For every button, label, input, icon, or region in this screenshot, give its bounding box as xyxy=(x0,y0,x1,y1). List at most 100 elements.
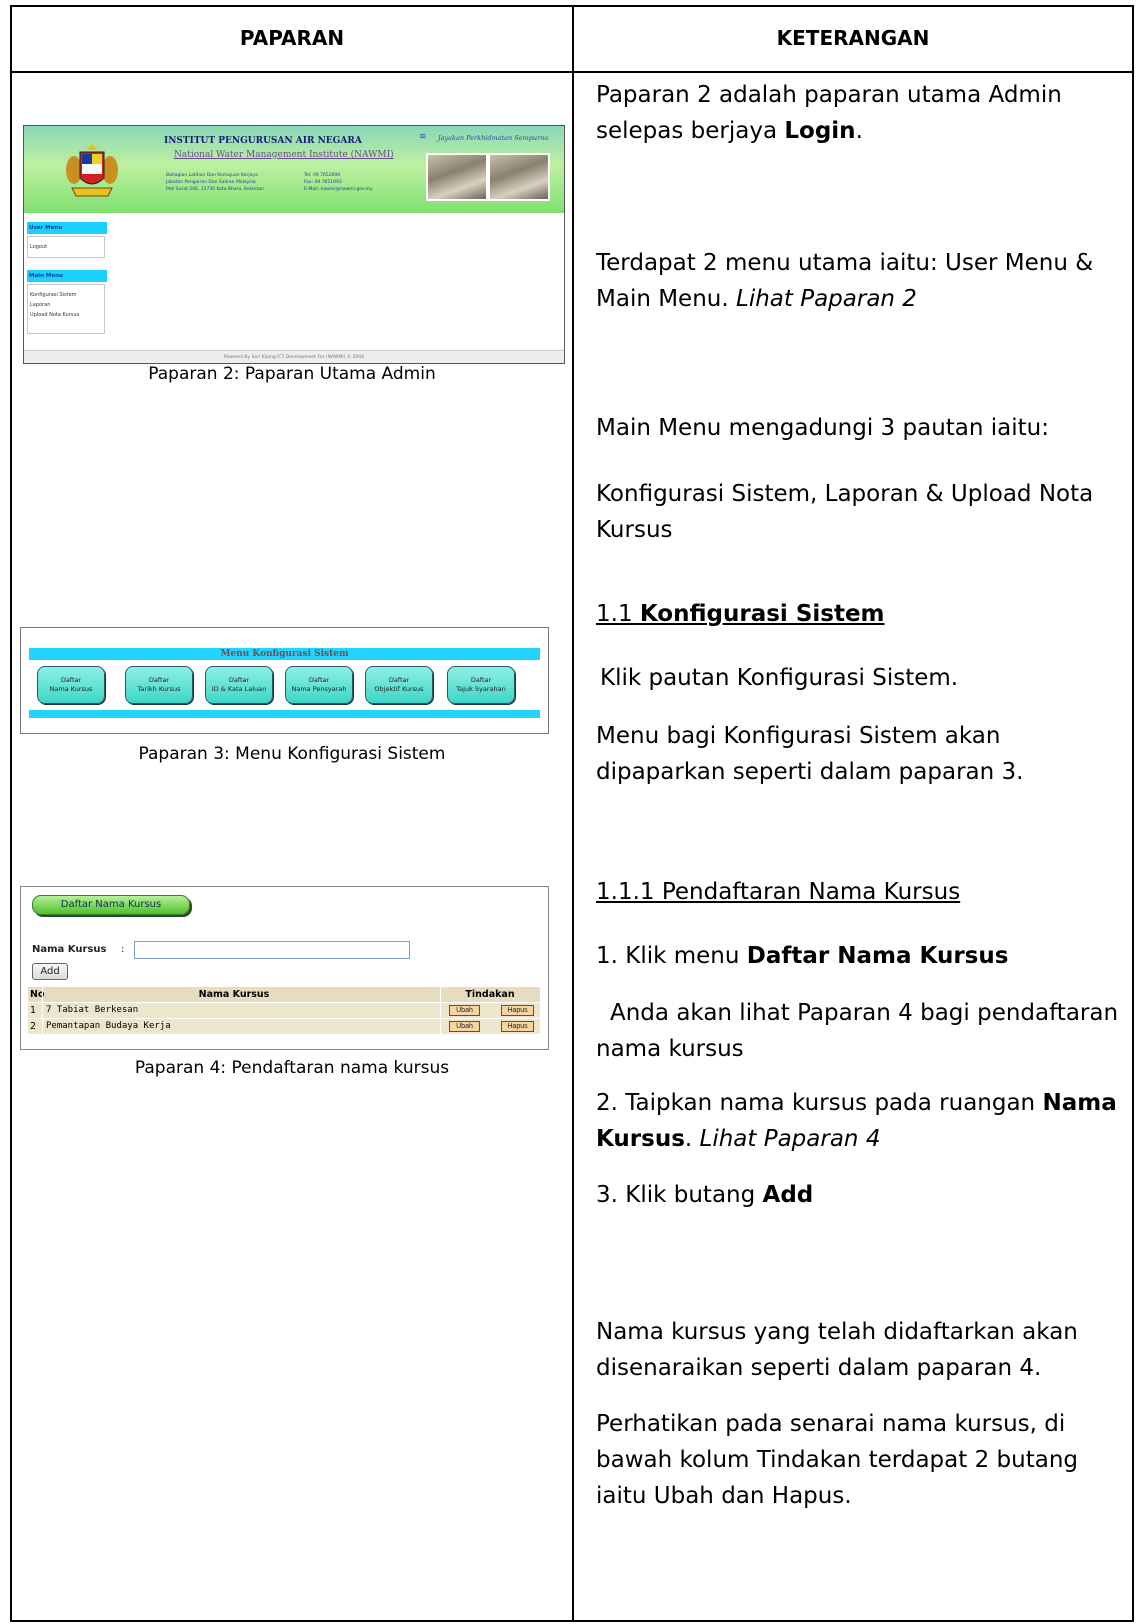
button-line: Daftar xyxy=(470,676,492,684)
note-bold-add: Add xyxy=(762,1182,814,1208)
org-name: INSTITUT PENGURUSAN AIR NEGARA xyxy=(164,136,362,146)
daftar-id-kata-laluan-button[interactable]: Daftar ID & Kata Laluan xyxy=(205,666,273,704)
menu-link-upload-nota[interactable]: Upload Nota Kursus xyxy=(30,310,104,320)
address-block: Bahagian Latihan Dan Kemajuan Kerjaya Ja… xyxy=(166,172,264,193)
column-separator xyxy=(42,1019,43,1034)
section-1-1-heading: 1.1 Konfigurasi Sistem xyxy=(596,596,1126,632)
note-listed-courses: Nama kursus yang telah didaftarkan akan … xyxy=(596,1319,1078,1381)
note-link-list: Konfigurasi Sistem, Laporan & Upload Not… xyxy=(596,481,1094,543)
ubah-button[interactable]: Ubah xyxy=(449,1021,480,1032)
screenshot-admin-main: INSTITUT PENGURUSAN AIR NEGARA National … xyxy=(23,125,565,364)
column-header-nama-kursus: Nama Kursus xyxy=(198,989,270,1000)
row-number: 1 xyxy=(30,1005,37,1016)
note-text: 2. Taipkan nama kursus pada ruangan xyxy=(596,1090,1043,1116)
button-line: Objektif Kursus xyxy=(374,685,424,693)
note-text: . xyxy=(684,1126,700,1152)
user-menu-header: User Menu xyxy=(27,222,107,234)
column-separator xyxy=(42,1003,43,1018)
banner-photo xyxy=(426,153,488,201)
button-line: Daftar xyxy=(228,676,250,684)
note-italic-ref: Lihat Paparan 4 xyxy=(699,1126,881,1152)
row-number: 2 xyxy=(30,1021,37,1032)
slogan: Jayakan Perkhidmatan Sempurna xyxy=(438,134,549,142)
contact-line: E-Mail: nawmi@nawmi.gov.my xyxy=(304,187,373,192)
header-divider xyxy=(10,71,1134,73)
column-separator xyxy=(440,1019,441,1034)
note-italic-ref: Lihat Paparan 2 xyxy=(736,286,917,312)
column-divider xyxy=(572,5,574,1622)
address-line: Jabatan Pengairan Dan Saliran Malaysia xyxy=(166,180,256,185)
nama-kursus-label: Nama Kursus xyxy=(32,944,107,955)
note-bold-menu: Daftar Nama Kursus xyxy=(746,943,1009,969)
site-footer: Powered By Seri Kijang ICT Development F… xyxy=(24,350,564,363)
caption-paparan-4: Paparan 4: Pendaftaran nama kursus xyxy=(134,1058,450,1078)
daftar-tarikh-kursus-button[interactable]: Daftar Tarikh Kursus xyxy=(125,666,193,704)
header-keterangan: KETERANGAN xyxy=(776,26,930,50)
menu-link-logout[interactable]: Logout xyxy=(30,242,104,252)
step-3: 3. Klik butang Add xyxy=(596,1177,1126,1213)
note-bold-login: Login xyxy=(784,118,856,144)
button-line: Daftar xyxy=(148,676,170,684)
menu-bottom-bar xyxy=(29,710,540,718)
button-line: Daftar xyxy=(308,676,330,684)
table-header-row: No Nama Kursus Tindakan xyxy=(28,987,540,1003)
add-button[interactable]: Add xyxy=(32,963,68,980)
coat-of-arms-logo xyxy=(66,144,118,197)
nama-kursus-input[interactable] xyxy=(134,941,410,959)
daftar-objektif-kursus-button[interactable]: Daftar Objektif Kursus xyxy=(365,666,433,704)
button-line: Tarikh Kursus xyxy=(137,685,181,693)
address-line: Bahagian Latihan Dan Kemajuan Kerjaya xyxy=(166,173,258,178)
screenshot-menu-konfigurasi: Menu Konfigurasi Sistem Daftar Nama Kurs… xyxy=(20,627,549,734)
section-title: 1.1.1 Pendaftaran Nama Kursus xyxy=(596,879,961,905)
banner-photo xyxy=(488,153,550,201)
field-colon: : xyxy=(121,944,125,955)
hapus-button[interactable]: Hapus xyxy=(501,1005,534,1016)
daftar-nama-kursus-button[interactable]: Daftar Nama Kursus xyxy=(37,666,105,704)
section-title: Konfigurasi Sistem xyxy=(639,601,885,627)
row-course-name: Pemantapan Budaya Kerja xyxy=(46,1021,171,1031)
step-1: 1. Klik menu Daftar Nama Kursus xyxy=(596,938,1126,974)
note-paparan-4: Anda akan lihat Paparan 4 bagi pendaftar… xyxy=(596,1000,1119,1062)
header-paparan: PAPARAN xyxy=(239,26,345,50)
column-separator xyxy=(440,1003,441,1018)
note-click-konfigurasi: Klik pautan Konfigurasi Sistem. xyxy=(600,665,959,691)
note-menu-displayed: Menu bagi Konfigurasi Sistem akan dipapa… xyxy=(596,723,1024,785)
note-text: 3. Klik butang xyxy=(596,1182,763,1208)
address-line: Peti Surat 246, 15730 Kota Bharu, Kelant… xyxy=(166,187,264,192)
ubah-button[interactable]: Ubah xyxy=(449,1005,480,1016)
section-number: 1.1 xyxy=(596,601,640,627)
row-course-name: 7 Tabiat Berkesan xyxy=(46,1005,139,1015)
daftar-nama-kursus-tab[interactable]: Daftar Nama Kursus xyxy=(32,895,190,915)
menu-title: Menu Konfigurasi Sistem xyxy=(220,649,349,659)
button-line: Tajuk Syarahan xyxy=(456,685,506,693)
step-2: 2. Taipkan nama kursus pada ruangan Nama… xyxy=(596,1085,1126,1157)
column-separator xyxy=(42,987,43,1002)
menu-link-konfigurasi-sistem[interactable]: Konfigurasi Sistem xyxy=(30,290,104,300)
table-row: 2 Pemantapan Budaya Kerja Ubah Hapus xyxy=(28,1019,540,1035)
button-line: Daftar xyxy=(388,676,410,684)
daftar-nama-pensyarah-button[interactable]: Daftar Nama Pensyarah xyxy=(285,666,353,704)
main-menu-box: Konfigurasi Sistem Laporan Upload Nota K… xyxy=(27,284,105,334)
note-main-menu-links: Main Menu mengadungi 3 pautan iaitu: xyxy=(596,415,1049,441)
note-action-buttons: Perhatikan pada senarai nama kursus, di … xyxy=(596,1411,1078,1509)
note-text: . xyxy=(855,118,863,144)
note-text: 1. Klik menu xyxy=(596,943,747,969)
note-admin-main: Paparan 2 adalah paparan utama Admin sel… xyxy=(596,77,1126,149)
org-name-english: National Water Management Institute (NAW… xyxy=(174,150,394,160)
contact-line: Tel: 09 7652690 xyxy=(304,173,341,178)
button-line: Daftar xyxy=(60,676,82,684)
caption-paparan-3: Paparan 3: Menu Konfigurasi Sistem xyxy=(138,744,446,764)
menu-link-laporan[interactable]: Laporan xyxy=(30,300,104,310)
caption-paparan-2: Paparan 2: Paparan Utama Admin xyxy=(148,364,436,384)
table-row: 1 7 Tabiat Berkesan Ubah Hapus xyxy=(28,1003,540,1019)
main-menu-header: Main Menu xyxy=(27,270,107,282)
wave-logo-icon: ≋ xyxy=(419,132,427,142)
screenshot-daftar-nama-kursus: Daftar Nama Kursus Nama Kursus : Add No … xyxy=(20,886,549,1050)
section-1-1-1-heading: 1.1.1 Pendaftaran Nama Kursus xyxy=(596,874,1126,910)
note-main-menus: Terdapat 2 menu utama iaitu: User Menu &… xyxy=(596,245,1126,317)
daftar-tajuk-syarahan-button[interactable]: Daftar Tajuk Syarahan xyxy=(447,666,515,704)
contact-line: Fax: 09 7651993 xyxy=(304,180,342,185)
button-line: ID & Kata Laluan xyxy=(211,685,267,693)
button-line: Nama Pensyarah xyxy=(291,685,347,693)
hapus-button[interactable]: Hapus xyxy=(501,1021,534,1032)
